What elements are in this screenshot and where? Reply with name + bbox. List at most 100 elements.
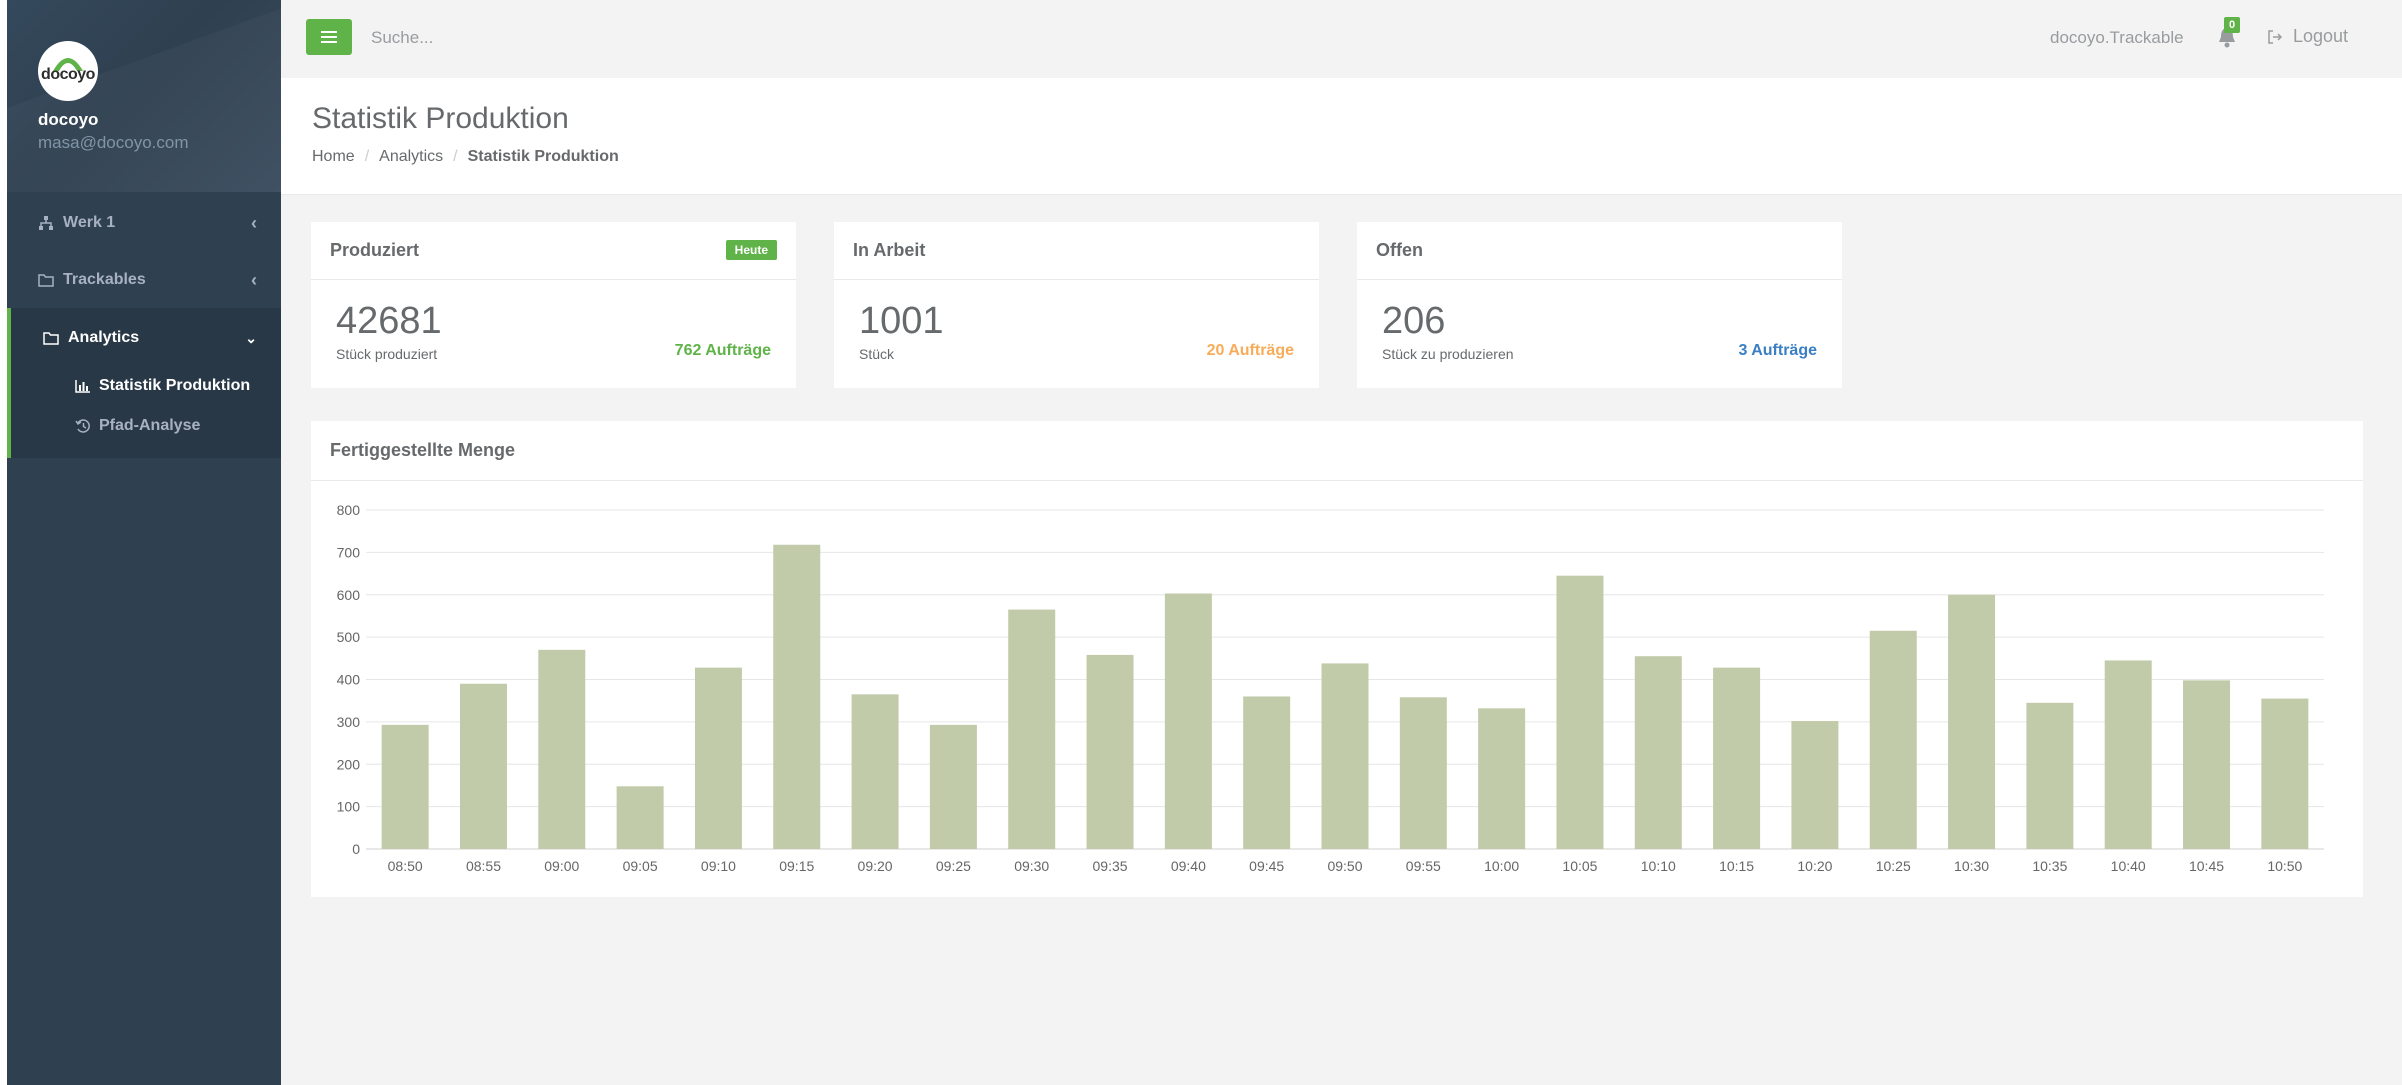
bar[interactable] — [2261, 698, 2309, 849]
sidebar-item-analytics[interactable]: Analytics ⌄ — [11, 310, 281, 366]
breadcrumb-home[interactable]: Home — [312, 148, 355, 166]
bar[interactable] — [538, 649, 586, 849]
sidebar-item-label: Werk 1 — [63, 214, 116, 231]
brand-logo-text: docoyo — [41, 66, 95, 83]
profile-name[interactable]: docoyo — [38, 110, 98, 130]
y-tick-label: 100 — [337, 799, 361, 815]
bar-chart-icon — [75, 380, 90, 393]
chevron-down-icon: ⌄ — [245, 330, 257, 346]
widget-title-label: Offen — [1376, 240, 1423, 260]
bar[interactable] — [1869, 630, 1917, 849]
sidebar-subitem-label: Pfad-Analyse — [99, 417, 201, 434]
widget-orders: 762 Aufträge — [674, 342, 771, 359]
bar[interactable] — [929, 724, 977, 849]
y-tick-label: 700 — [337, 544, 361, 560]
widget-title: Produziert Heute — [311, 222, 796, 280]
bar[interactable] — [616, 786, 664, 849]
x-tick-label: 09:30 — [1014, 858, 1049, 874]
sign-out-icon — [2268, 29, 2283, 44]
widget-value: 206 — [1382, 300, 1446, 342]
bar[interactable] — [2183, 680, 2231, 849]
bar[interactable] — [1321, 663, 1369, 849]
x-tick-label: 10:40 — [2111, 858, 2146, 874]
hamburger-icon — [321, 31, 337, 43]
top-user-name: docoyo.Trackable — [2050, 28, 2184, 47]
window-edge — [0, 0, 7, 1085]
x-tick-label: 09:15 — [779, 858, 814, 874]
breadcrumb-separator: / — [364, 148, 370, 165]
y-tick-label: 0 — [352, 841, 360, 857]
widget-orders: 3 Aufträge — [1738, 342, 1817, 359]
sidebar-item-trackables[interactable]: Trackables ‹ — [7, 252, 281, 308]
bar-chart: 0 100 200 300 400 500 600 700 800 08:50 08:55 09:00… — [337, 502, 2324, 874]
bar[interactable] — [381, 724, 429, 849]
x-tick-label: 09:40 — [1171, 858, 1206, 874]
bar[interactable] — [1478, 708, 1526, 849]
x-tick-label: 10:20 — [1797, 858, 1832, 874]
y-tick-label: 200 — [337, 756, 361, 772]
page-title: Statistik Produktion — [312, 102, 569, 135]
x-tick-label: 10:15 — [1719, 858, 1754, 874]
widget-produziert: Produziert Heute 42681 Stück produziert … — [311, 222, 796, 388]
logout-label: Logout — [2293, 26, 2349, 46]
breadcrumb-analytics[interactable]: Analytics — [379, 148, 443, 166]
x-tick-label: 10:00 — [1484, 858, 1519, 874]
bar[interactable] — [1634, 656, 1682, 849]
widget-in-arbeit: In Arbeit 1001 Stück 20 Aufträge — [834, 222, 1319, 388]
x-tick-label: 10:05 — [1562, 858, 1597, 874]
bar[interactable] — [773, 544, 821, 849]
today-badge: Heute — [725, 240, 777, 260]
bar[interactable] — [851, 694, 899, 849]
breadcrumb: Home / Analytics / Statistik Produktion — [312, 148, 619, 166]
folder-open-icon — [43, 332, 59, 345]
bar[interactable] — [694, 667, 742, 849]
x-tick-label: 10:45 — [2189, 858, 2224, 874]
sidebar-subitem-label: Statistik Produktion — [99, 377, 251, 394]
x-tick-label: 10:35 — [2032, 858, 2067, 874]
brand-logo[interactable]: docoyo — [38, 41, 98, 101]
bar[interactable] — [1713, 667, 1761, 849]
x-tick-label: 10:10 — [1641, 858, 1676, 874]
widget-value: 1001 — [859, 300, 944, 342]
bar[interactable] — [1948, 594, 1996, 849]
breadcrumb-current: Statistik Produktion — [467, 148, 619, 165]
bar[interactable] — [1008, 609, 1056, 849]
search-input[interactable] — [369, 20, 873, 56]
bar[interactable] — [1086, 654, 1134, 849]
bar[interactable] — [1243, 696, 1291, 849]
sidebar-subitem-statistik-produktion[interactable]: Statistik Produktion — [75, 377, 250, 395]
bar[interactable] — [1164, 593, 1212, 849]
sidebar-subitem-pfad-analyse[interactable]: Pfad-Analyse — [75, 417, 200, 435]
bar[interactable] — [459, 683, 507, 849]
chevron-left-icon: ‹ — [251, 270, 257, 290]
bar[interactable] — [1399, 697, 1447, 849]
bar[interactable] — [1556, 575, 1604, 849]
notification-count-badge: 0 — [2224, 17, 2241, 33]
x-tick-label: 10:25 — [1876, 858, 1911, 874]
bar[interactable] — [2026, 702, 2074, 849]
x-tick-label: 09:50 — [1327, 858, 1362, 874]
sitemap-icon — [39, 216, 53, 230]
x-tick-label: 08:50 — [388, 858, 423, 874]
sidebar: docoyo docoyo masa@docoyo.com Werk 1 ‹ T… — [7, 0, 281, 1085]
widget-title: In Arbeit — [834, 222, 1319, 280]
bar[interactable] — [2104, 660, 2152, 849]
profile-email: masa@docoyo.com — [38, 133, 189, 152]
widget-title: Offen — [1357, 222, 1842, 280]
x-tick-label: 10:30 — [1954, 858, 1989, 874]
history-icon — [75, 419, 90, 433]
chart-panel: Fertiggestellte Menge 0 100 200 300 400 500 60… — [311, 421, 2363, 897]
y-tick-label: 800 — [337, 502, 361, 518]
x-tick-label: 09:35 — [1093, 858, 1128, 874]
widget-subtitle: Stück produziert — [336, 346, 438, 362]
chevron-left-icon: ‹ — [251, 213, 257, 233]
widget-title-label: In Arbeit — [853, 240, 926, 260]
widget-subtitle: Stück — [859, 346, 895, 362]
y-tick-label: 300 — [337, 714, 361, 730]
logout-link[interactable]: Logout — [2267, 26, 2348, 47]
chart-title: Fertiggestellte Menge — [311, 421, 2363, 481]
sidebar-item-werk-1[interactable]: Werk 1 ‹ — [7, 195, 281, 251]
sidebar-item-label: Analytics — [68, 329, 140, 346]
menu-toggle-button[interactable] — [306, 19, 352, 55]
bar[interactable] — [1791, 721, 1839, 849]
